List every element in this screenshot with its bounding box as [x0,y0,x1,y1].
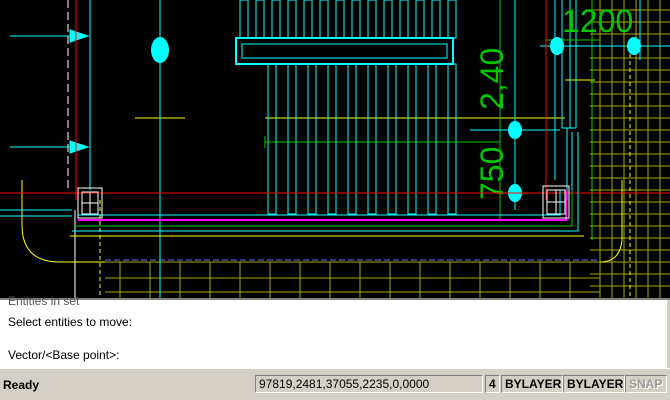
command-prompt-select: Select entities to move: [8,315,133,329]
command-line-panel[interactable]: Entities in set Select entities to move:… [0,294,670,368]
command-prompt-base-point: Vector/<Base point>: [8,348,120,362]
coordinate-display: 97819,2481,37055,2235,0,0000 [255,375,483,393]
drawing-canvas[interactable]: 1200 2,40 750 [0,0,670,298]
layer-panel[interactable]: BYLAYER [501,375,563,393]
column-right [542,185,570,219]
status-ready-text: Ready [3,378,40,392]
dim-text-1200: 1200 [562,3,633,39]
dim-text-750: 750 [474,147,510,200]
paving-grid [105,261,600,298]
grating-block [235,0,457,215]
color-number-panel[interactable]: 4 [485,375,500,393]
command-history-partial: Entities in set [8,294,80,308]
dim-text-240: 2,40 [474,48,510,110]
column-left [77,187,103,219]
snap-toggle[interactable]: SNAP [625,375,667,393]
status-bar: Ready 97819,2481,37055,2235,0,0000 4 BYL… [0,368,670,400]
centre-lines [89,0,670,298]
drawing-svg: 1200 2,40 750 [0,0,670,298]
linetype-panel[interactable]: BYLAYER [563,375,625,393]
